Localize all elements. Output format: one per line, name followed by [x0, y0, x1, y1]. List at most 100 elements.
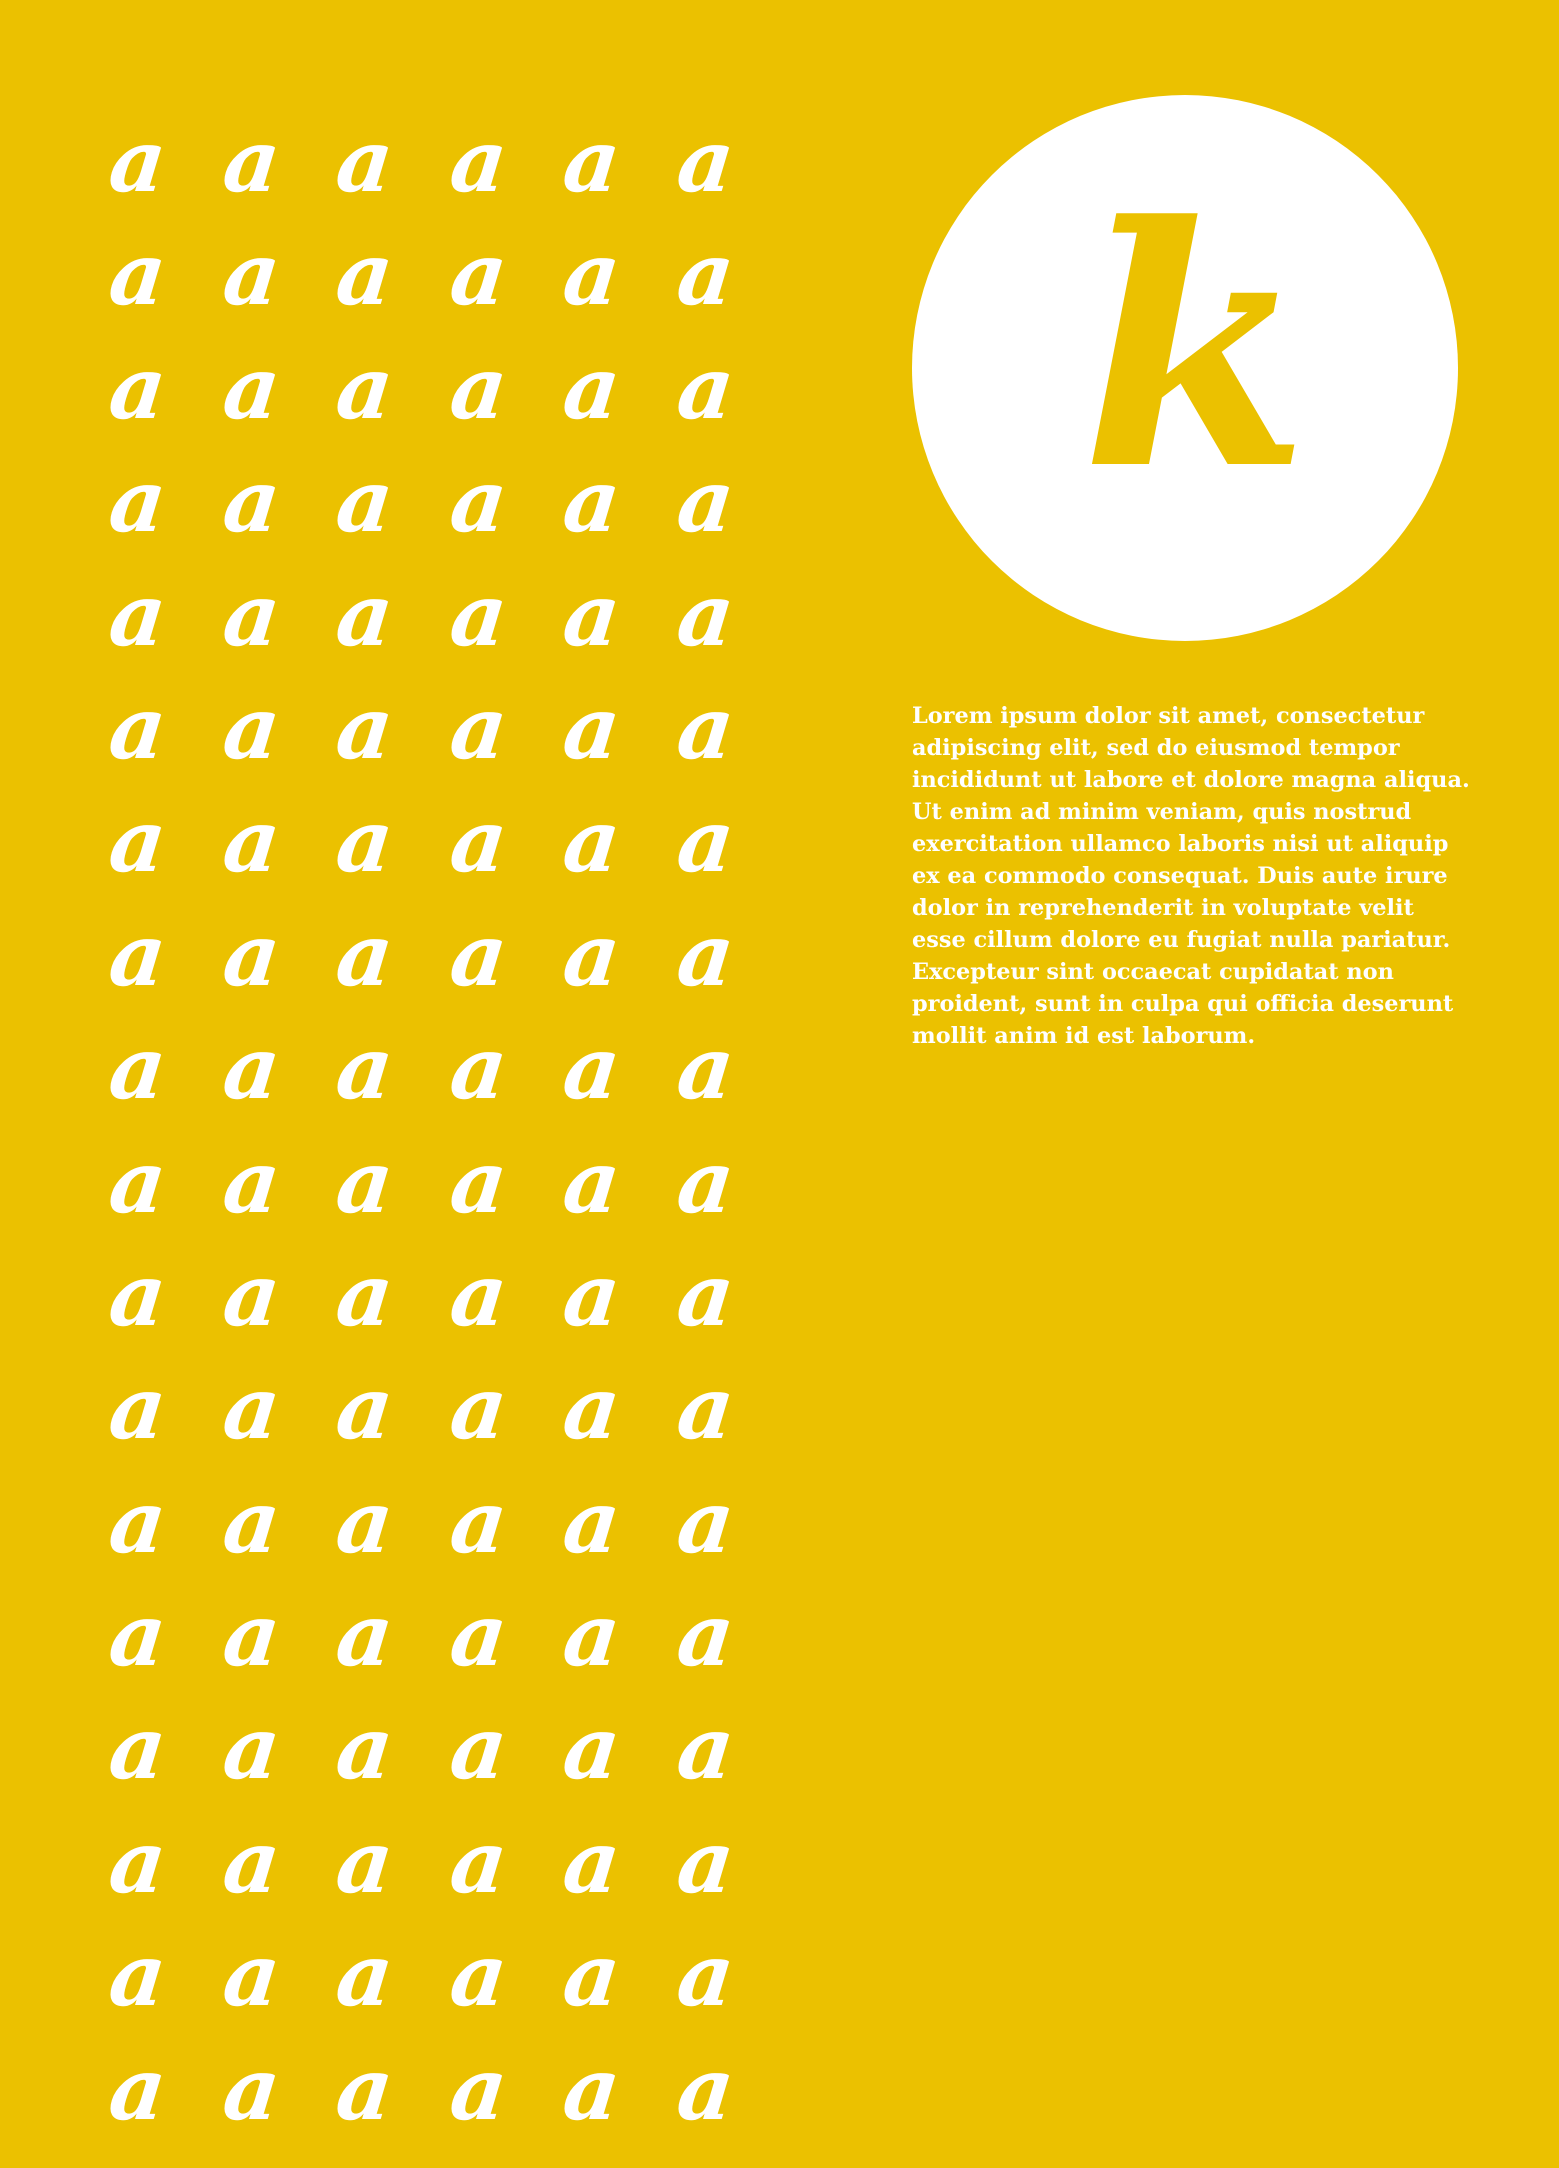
pattern-glyph: a: [672, 1131, 739, 1233]
pattern-glyph: a: [331, 1811, 399, 1913]
pattern-glyph: a: [218, 1357, 285, 1459]
pattern-glyph: a: [104, 1244, 172, 1346]
pattern-glyph: a: [331, 1357, 399, 1459]
pattern-glyph: a: [672, 1244, 739, 1346]
pattern-glyph: a: [218, 677, 285, 779]
pattern-glyph: a: [558, 1017, 626, 1119]
pattern-glyph: a: [218, 791, 285, 893]
pattern-glyph: a: [218, 904, 285, 1006]
pattern-glyph: a: [558, 1698, 626, 1800]
pattern-glyph: a: [218, 1698, 285, 1800]
pattern-glyph: a: [445, 1471, 512, 1573]
body-text: Lorem ipsum dolor sit amet, consectetur …: [912, 703, 1470, 1049]
pattern-glyph: a: [445, 677, 512, 779]
poster: aaaaaaaaaaaaaaaaaaaaaaaaaaaaaaaaaaaaaaaa…: [0, 0, 1559, 2168]
pattern-glyph: a: [558, 2038, 626, 2140]
pattern-glyph: a: [331, 110, 399, 212]
pattern-glyph: a: [218, 337, 285, 439]
pattern-glyph: a: [445, 564, 512, 666]
pattern-glyph: a: [445, 450, 512, 552]
pattern-glyph: a: [558, 337, 626, 439]
pattern-glyph: a: [672, 1017, 739, 1119]
pattern-glyph: a: [445, 1698, 512, 1800]
pattern-glyph: a: [445, 1584, 512, 1686]
pattern-glyph: a: [445, 904, 512, 1006]
pattern-glyph: a: [672, 677, 739, 779]
pattern-glyph: a: [331, 904, 399, 1006]
pattern-glyph: a: [218, 224, 285, 326]
pattern-glyph: a: [558, 564, 626, 666]
pattern-glyph: a: [445, 337, 512, 439]
pattern-glyph: a: [445, 1357, 512, 1459]
pattern-glyph: a: [104, 2038, 172, 2140]
pattern-glyph: a: [445, 1244, 512, 1346]
pattern-glyph: a: [672, 904, 739, 1006]
circle-letter-k: k: [1080, 154, 1310, 542]
pattern-glyph: a: [672, 110, 739, 212]
pattern-glyph: a: [218, 1584, 285, 1686]
pattern-glyph: a: [331, 1017, 399, 1119]
pattern-glyph: a: [558, 791, 626, 893]
pattern-glyph: a: [558, 677, 626, 779]
pattern-glyph: a: [104, 1471, 172, 1573]
pattern-glyph: a: [558, 1471, 626, 1573]
pattern-glyph: a: [104, 791, 172, 893]
pattern-glyph: a: [218, 2038, 285, 2140]
pattern-glyph: a: [445, 2038, 512, 2140]
pattern-glyph: a: [558, 1924, 626, 2026]
pattern-glyph: a: [558, 450, 626, 552]
pattern-glyph: a: [672, 1584, 739, 1686]
pattern-glyph: a: [445, 224, 512, 326]
pattern-glyph: a: [331, 1244, 399, 1346]
pattern-glyph: a: [218, 1924, 285, 2026]
pattern-glyph: a: [558, 904, 626, 1006]
pattern-glyph: a: [104, 110, 172, 212]
pattern-glyph: a: [218, 1811, 285, 1913]
pattern-glyph: a: [558, 1357, 626, 1459]
pattern-glyph: a: [672, 1811, 739, 1913]
pattern-glyph: a: [104, 1811, 172, 1913]
pattern-glyph: a: [104, 1357, 172, 1459]
pattern-glyph: a: [672, 1924, 739, 2026]
pattern-glyph: a: [331, 1924, 399, 2026]
pattern-glyph: a: [104, 677, 172, 779]
pattern-glyph: a: [672, 450, 739, 552]
pattern-glyph: a: [104, 1924, 172, 2026]
pattern-glyph: a: [331, 337, 399, 439]
pattern-glyph: a: [445, 1017, 512, 1119]
pattern-glyph: a: [558, 1244, 626, 1346]
pattern-glyph: a: [104, 1017, 172, 1119]
pattern-glyph: a: [445, 1811, 512, 1913]
pattern-glyph: a: [558, 224, 626, 326]
pattern-glyph: a: [104, 450, 172, 552]
pattern-glyph: a: [672, 1698, 739, 1800]
pattern-glyph: a: [218, 110, 285, 212]
pattern-glyph: a: [331, 2038, 399, 2140]
pattern-glyph: a: [331, 677, 399, 779]
pattern-glyph: a: [104, 1584, 172, 1686]
pattern-glyph: a: [672, 564, 739, 666]
pattern-glyph: a: [558, 1584, 626, 1686]
pattern-glyph: a: [218, 1471, 285, 1573]
pattern-glyph: a: [331, 1471, 399, 1573]
pattern-glyph: a: [218, 1131, 285, 1233]
pattern-glyph: a: [445, 1924, 512, 2026]
pattern-glyph: a: [672, 2038, 739, 2140]
pattern-glyph: a: [218, 450, 285, 552]
pattern-glyph: a: [331, 1698, 399, 1800]
pattern-glyph: a: [331, 1584, 399, 1686]
pattern-glyph: a: [331, 791, 399, 893]
pattern-glyph: a: [672, 1471, 739, 1573]
pattern-glyph: a: [218, 1017, 285, 1119]
pattern-glyph: a: [104, 904, 172, 1006]
pattern-glyph: a: [558, 1131, 626, 1233]
pattern-glyph: a: [104, 564, 172, 666]
letter-circle: k: [912, 95, 1458, 641]
pattern-glyph: a: [104, 337, 172, 439]
pattern-glyph: a: [445, 1131, 512, 1233]
pattern-glyph: a: [104, 224, 172, 326]
pattern-glyph: a: [558, 1811, 626, 1913]
pattern-glyph: a: [104, 1698, 172, 1800]
glyph-pattern-grid: aaaaaaaaaaaaaaaaaaaaaaaaaaaaaaaaaaaaaaaa…: [105, 105, 760, 2140]
pattern-glyph: a: [331, 224, 399, 326]
